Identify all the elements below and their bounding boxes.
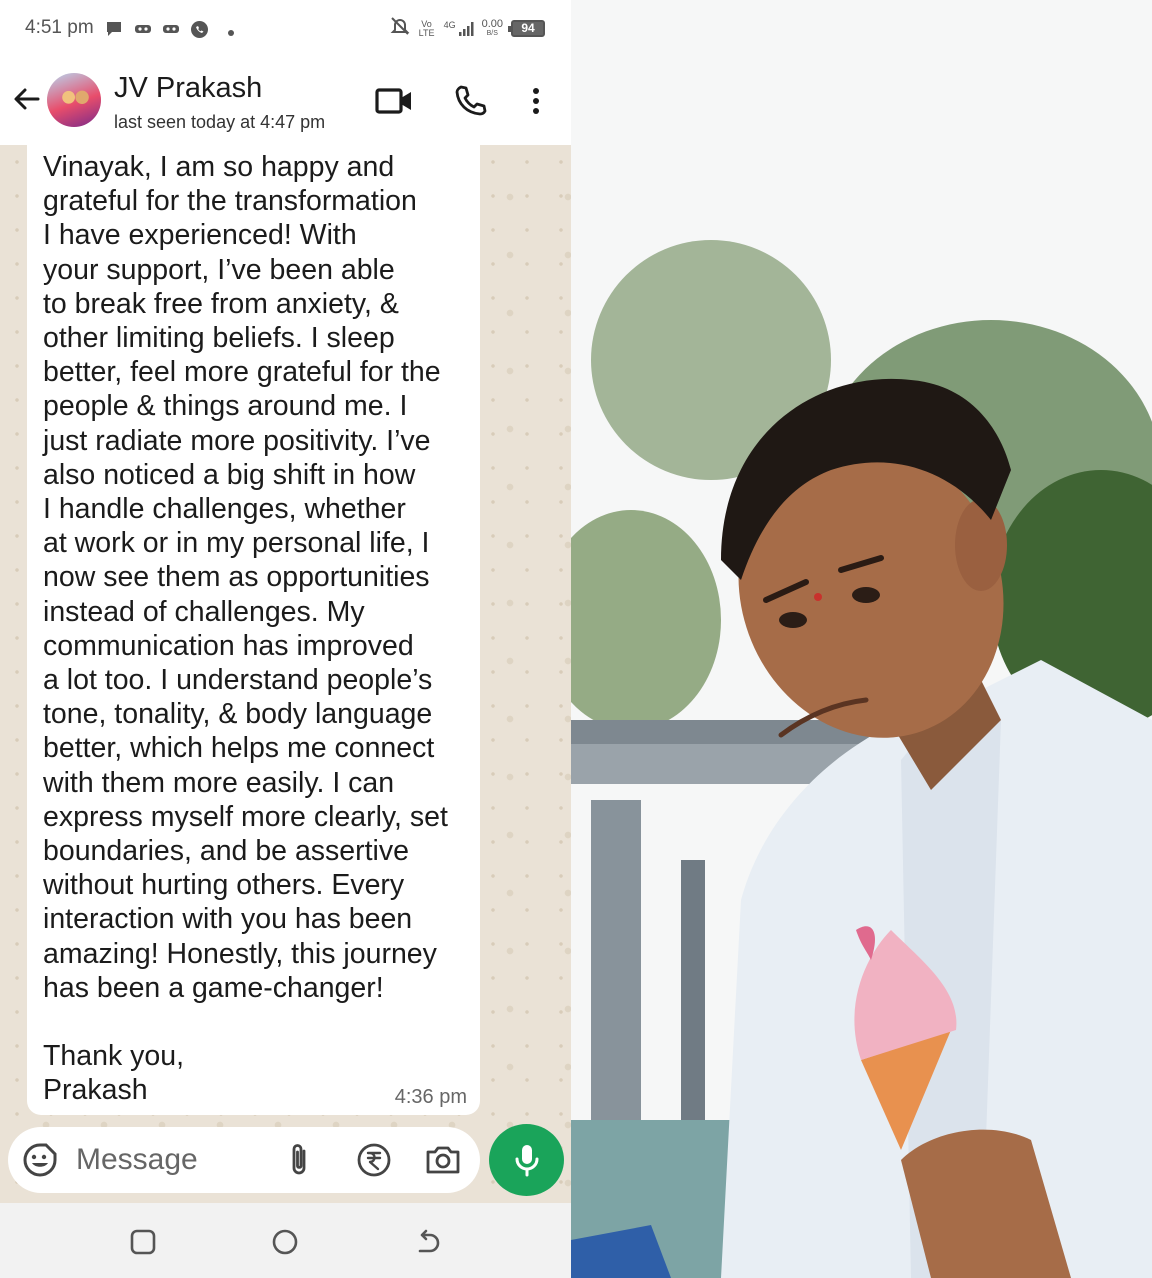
voice-call-button[interactable]: [453, 84, 487, 118]
attach-button[interactable]: [284, 1142, 314, 1178]
camera-button[interactable]: [424, 1142, 462, 1178]
chat-notification-icon: [105, 20, 123, 43]
contact-name[interactable]: JV Prakash: [114, 72, 262, 105]
video-camera-icon: [375, 88, 411, 114]
chat-screenshot: 4:51 pm Vo LTE 4G 0.00 B/S 94 JV Prakash…: [0, 0, 571, 1278]
chat-area[interactable]: Vinayak, I am so happy and grateful for …: [0, 145, 571, 1203]
volte-indicator: Vo LTE: [418, 18, 435, 38]
message-input[interactable]: [76, 1139, 266, 1181]
battery-indicator: 94: [508, 20, 545, 37]
mute-icon: [390, 16, 410, 41]
more-options-button[interactable]: [526, 84, 546, 118]
signal-bars-icon: [458, 21, 474, 36]
contact-avatar[interactable]: [47, 73, 101, 127]
microphone-icon: [515, 1145, 538, 1177]
more-vertical-icon: [533, 88, 539, 114]
back-nav-button[interactable]: [412, 1227, 442, 1257]
back-arrow-icon: [418, 1229, 440, 1253]
payment-button[interactable]: [356, 1142, 392, 1178]
portrait-photo: [571, 0, 1152, 1278]
paperclip-icon: [292, 1144, 306, 1175]
message-text: Vinayak, I am so happy and grateful for …: [43, 151, 448, 1107]
mask-notification-icon: [134, 20, 152, 43]
arrow-left-icon: [14, 88, 40, 110]
emoji-button[interactable]: [22, 1142, 58, 1178]
status-bar: 4:51 pm Vo LTE 4G 0.00 B/S 94: [0, 0, 571, 58]
home-button[interactable]: [270, 1227, 300, 1257]
message-time: 4:36 pm: [394, 1086, 467, 1108]
mask-notification-icon: [162, 20, 180, 43]
message-bubble[interactable]: Vinayak, I am so happy and grateful for …: [27, 145, 480, 1115]
chat-header: JV Prakash last seen today at 4:47 pm: [0, 58, 571, 145]
video-call-button[interactable]: [375, 86, 413, 116]
circle-icon: [272, 1229, 298, 1255]
recent-apps-button[interactable]: [128, 1227, 158, 1257]
square-icon: [130, 1229, 156, 1255]
signal-indicator: 4G: [443, 19, 474, 37]
dot-icon: [227, 24, 235, 42]
photo-illustration: [571, 0, 1152, 1278]
message-composer: [8, 1127, 480, 1193]
data-speed-unit: B/S: [486, 29, 498, 37]
phone-icon: [455, 85, 487, 116]
data-speed-value: 0.00: [481, 17, 503, 30]
rupee-icon: [357, 1143, 391, 1177]
voice-message-button[interactable]: [489, 1124, 564, 1196]
data-speed: 0.00 B/S: [481, 17, 503, 38]
status-time: 4:51 pm: [25, 17, 94, 38]
last-seen-status: last seen today at 4:47 pm: [114, 112, 326, 132]
status-right: Vo LTE 4G 0.00 B/S 94: [390, 16, 545, 41]
camera-icon: [426, 1146, 460, 1174]
emoji-icon: [23, 1143, 57, 1177]
network-4g-label: 4G: [443, 19, 456, 30]
system-nav-bar: [0, 1203, 571, 1278]
back-button[interactable]: [10, 82, 44, 116]
whatsapp-notification-icon: [190, 20, 209, 44]
